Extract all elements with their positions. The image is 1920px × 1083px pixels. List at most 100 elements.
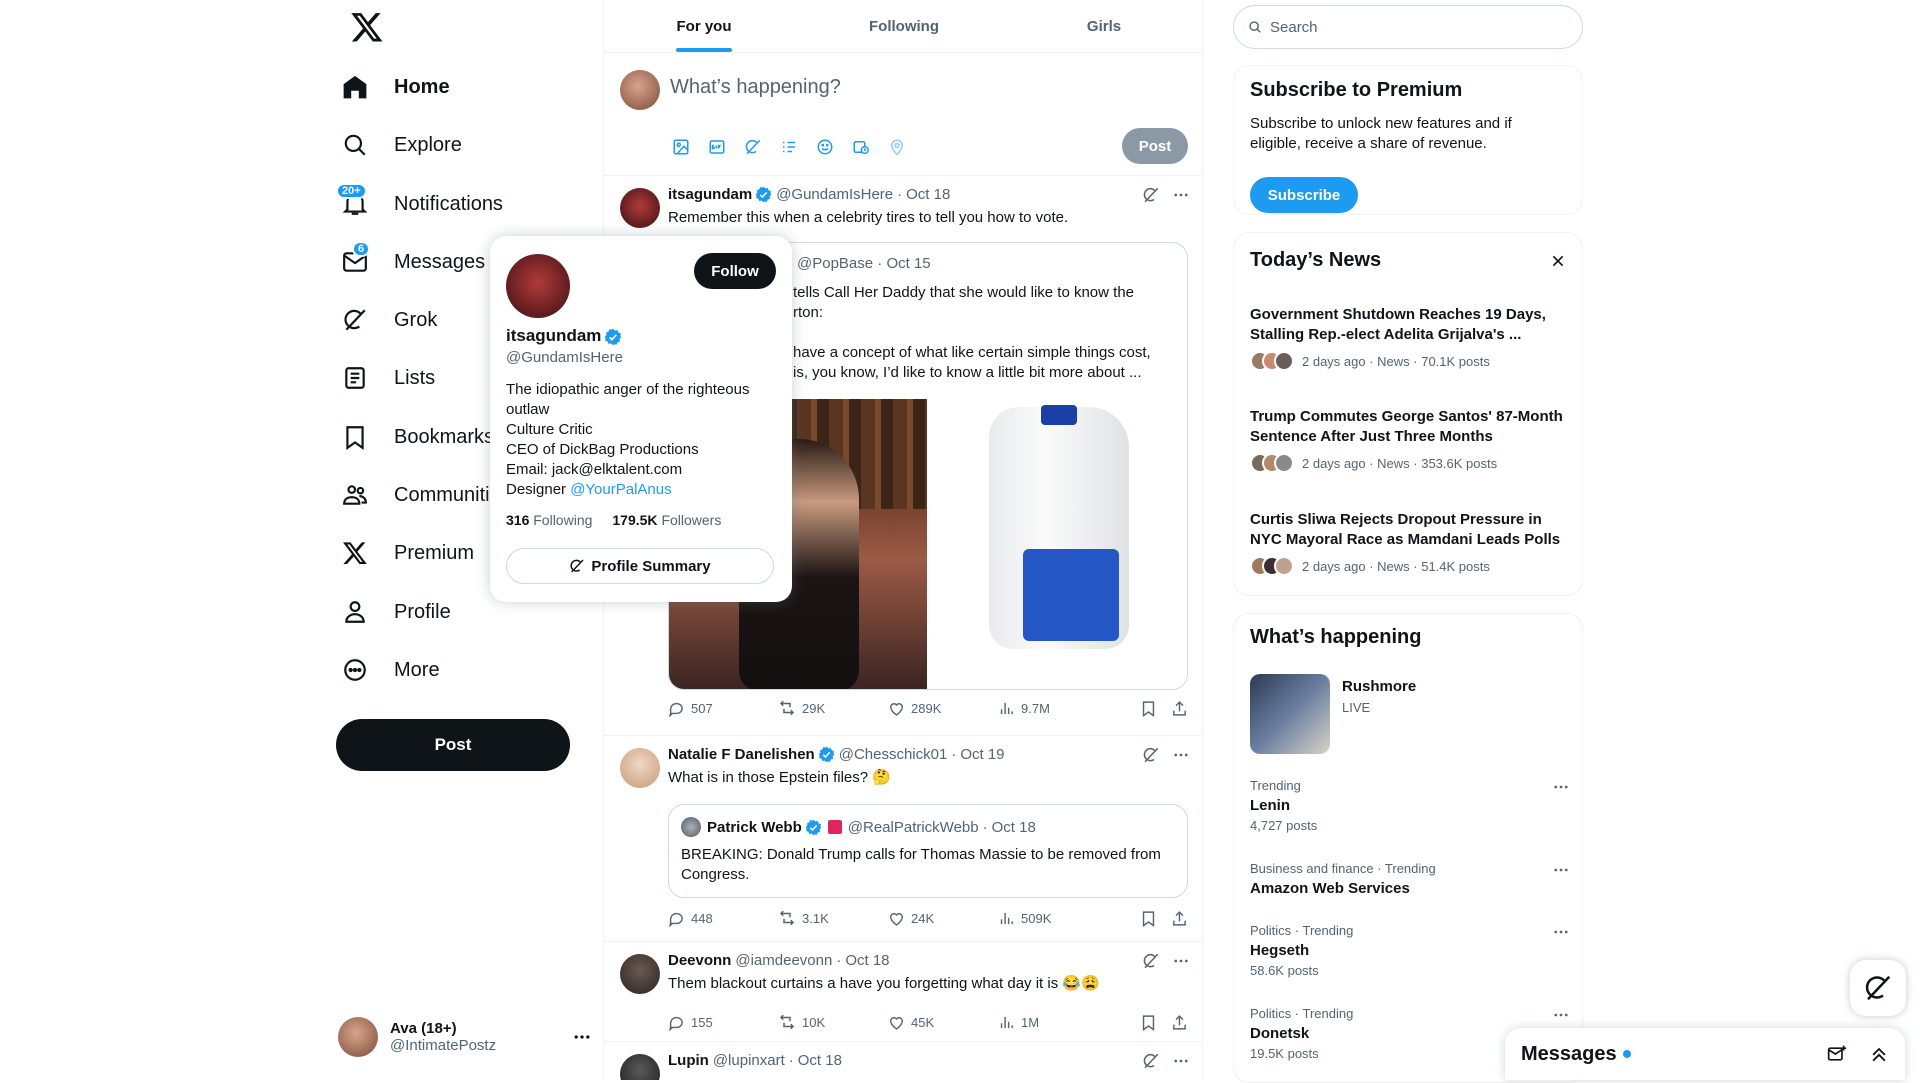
author-name[interactable]: Lupin — [668, 1052, 709, 1069]
hovercard-name[interactable]: itsagundam — [506, 326, 601, 346]
author-name[interactable]: itsagundam — [668, 186, 752, 203]
post-image-right[interactable] — [929, 399, 1187, 689]
author-name[interactable]: Natalie F Danelishen — [668, 746, 815, 763]
close-icon[interactable] — [1550, 253, 1566, 269]
avatar[interactable] — [620, 188, 660, 228]
news-item[interactable]: Curtis Sliwa Rejects Dropout Pressure in… — [1250, 510, 1570, 576]
new-message-icon[interactable] — [1827, 1044, 1847, 1064]
nav-premium[interactable]: Premium — [338, 528, 490, 578]
messages-drawer[interactable]: Messages — [1505, 1028, 1905, 1080]
bookmark-icon[interactable] — [1140, 1014, 1157, 1031]
trend-item[interactable]: Trending Lenin 4,727 posts — [1250, 778, 1570, 833]
more-icon[interactable] — [1172, 1052, 1190, 1070]
composer-input[interactable]: What’s happening? — [670, 76, 841, 99]
account-switcher[interactable]: Ava (18+) @IntimatePostz — [338, 1008, 600, 1066]
views-button[interactable]: 1M — [998, 1014, 1108, 1031]
nav-home[interactable]: Home — [338, 62, 466, 112]
trend-item[interactable]: Politics · Trending Hegseth 58.6K posts — [1250, 923, 1570, 978]
tweet-text: Them blackout curtains a have you forget… — [668, 975, 1100, 992]
expand-icon[interactable] — [1869, 1044, 1889, 1064]
tab-following[interactable]: Following — [804, 0, 1004, 52]
grok-icon[interactable] — [1142, 746, 1160, 764]
reply-button[interactable]: 155 — [668, 1014, 778, 1031]
follow-button[interactable]: Follow — [694, 253, 776, 289]
like-button[interactable]: 45K — [888, 1014, 998, 1031]
grok-icon[interactable] — [1142, 1052, 1160, 1070]
hovercard-avatar[interactable] — [506, 254, 570, 318]
grok-icon[interactable] — [1142, 952, 1160, 970]
schedule-icon[interactable] — [850, 136, 872, 158]
live-name[interactable]: Rushmore — [1342, 678, 1416, 695]
more-icon[interactable] — [1552, 1006, 1570, 1024]
news-item[interactable]: Government Shutdown Reaches 19 Days, Sta… — [1250, 305, 1570, 371]
reply-button[interactable]: 507 — [668, 700, 778, 717]
more-icon[interactable] — [1172, 746, 1190, 764]
nav-notifications[interactable]: 20+ Notifications — [336, 179, 519, 229]
news-item[interactable]: Trump Commutes George Santos' 87-Month S… — [1250, 407, 1570, 473]
quoted-tweet[interactable]: Patrick Webb @RealPatrickWebb · Oct 18 B… — [668, 804, 1188, 898]
more-icon[interactable] — [1552, 923, 1570, 941]
nav-lists[interactable]: Lists — [338, 353, 451, 403]
tweet-date[interactable]: Oct 19 — [960, 746, 1004, 763]
tweet-date[interactable]: Oct 18 — [798, 1052, 842, 1069]
subscribe-button[interactable]: Subscribe — [1250, 177, 1358, 213]
repost-button[interactable]: 29K — [778, 699, 888, 717]
profile-summary-button[interactable]: Profile Summary — [506, 548, 774, 584]
grok-floating-button[interactable] — [1850, 960, 1906, 1016]
tweet-date[interactable]: Oct 18 — [906, 186, 950, 203]
trend-item[interactable]: Business and finance · Trending Amazon W… — [1250, 861, 1570, 897]
tab-girls[interactable]: Girls — [1004, 0, 1202, 52]
avatar[interactable] — [620, 748, 660, 788]
tab-for-you[interactable]: For you — [604, 0, 804, 52]
poll-icon[interactable] — [778, 136, 800, 158]
bookmark-icon[interactable] — [1140, 700, 1157, 717]
x-logo-icon[interactable] — [350, 10, 384, 44]
author-handle[interactable]: @iamdeevonn — [735, 952, 832, 969]
gif-icon[interactable] — [706, 136, 728, 158]
emoji-icon[interactable] — [814, 136, 836, 158]
grok-icon[interactable] — [1142, 186, 1160, 204]
nav-more[interactable]: More — [338, 645, 456, 695]
share-icon[interactable] — [1171, 1014, 1188, 1031]
bio-mention-link[interactable]: @YourPalAnus — [570, 481, 671, 498]
more-icon[interactable] — [1172, 952, 1190, 970]
like-button[interactable]: 24K — [888, 910, 998, 927]
search-input[interactable]: Search — [1233, 5, 1583, 49]
repost-button[interactable]: 10K — [778, 1013, 888, 1031]
author-name[interactable]: Deevonn — [668, 952, 731, 969]
views-button[interactable]: 509K — [998, 910, 1108, 927]
bookmark-icon[interactable] — [1140, 910, 1157, 927]
more-icon[interactable] — [1172, 186, 1190, 204]
reply-button[interactable]: 448 — [668, 910, 778, 927]
like-button[interactable]: 289K — [888, 700, 998, 717]
avatar[interactable] — [620, 954, 660, 994]
tweet[interactable]: Lupin @lupinxart · Oct 18 — [604, 1042, 1202, 1080]
avatar[interactable] — [620, 1054, 660, 1080]
location-icon[interactable] — [886, 136, 908, 158]
post-button[interactable]: Post — [336, 719, 570, 771]
following-stat[interactable]: 316 Following — [506, 512, 592, 528]
author-handle[interactable]: @GundamIsHere — [776, 186, 893, 203]
tweet[interactable]: Deevonn @iamdeevonn · Oct 18 Them blacko… — [604, 942, 1202, 1042]
image-icon[interactable] — [670, 136, 692, 158]
author-handle[interactable]: @lupinxart — [713, 1052, 785, 1069]
more-icon[interactable] — [1552, 778, 1570, 796]
tweet[interactable]: Natalie F Danelishen @Chesschick01 · Oct… — [604, 736, 1202, 942]
nav-profile[interactable]: Profile — [338, 587, 467, 637]
views-button[interactable]: 9.7M — [998, 700, 1108, 717]
followers-stat[interactable]: 179.5K Followers — [612, 512, 721, 528]
author-handle[interactable]: @Chesschick01 — [839, 746, 948, 763]
live-thumbnail[interactable] — [1250, 674, 1330, 754]
tweet-date[interactable]: Oct 18 — [845, 952, 889, 969]
nav-messages[interactable]: 6 Messages — [338, 237, 501, 287]
grok-icon[interactable] — [742, 136, 764, 158]
nav-explore[interactable]: Explore — [338, 120, 478, 170]
share-icon[interactable] — [1171, 700, 1188, 717]
share-icon[interactable] — [1171, 910, 1188, 927]
nav-bookmarks[interactable]: Bookmarks — [338, 412, 510, 462]
nav-grok[interactable]: Grok — [338, 295, 453, 345]
composer-post-button[interactable]: Post — [1122, 128, 1188, 164]
hovercard-handle[interactable]: @GundamIsHere — [506, 349, 623, 366]
repost-button[interactable]: 3.1K — [778, 909, 888, 927]
more-icon[interactable] — [1552, 861, 1570, 879]
